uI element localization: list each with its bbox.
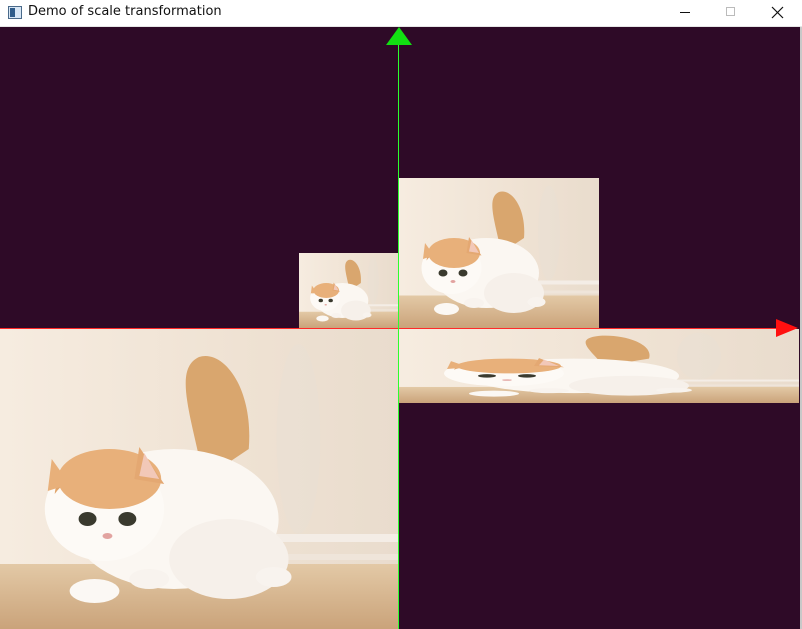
window-title: Demo of scale transformation: [28, 4, 222, 19]
kitten-image-half-scale: [299, 253, 398, 328]
y-axis-line: [398, 41, 399, 629]
close-icon: [771, 6, 784, 19]
window-titlebar: Demo of scale transformation: [0, 0, 802, 27]
arrow-up-icon: [386, 27, 412, 45]
arrow-right-icon: [776, 319, 798, 337]
minimize-button[interactable]: [662, 0, 708, 26]
kitten-image-original: [399, 178, 599, 328]
drawing-canvas: [0, 27, 800, 629]
x-axis-line: [0, 328, 782, 329]
app-window-icon: [8, 6, 22, 19]
close-button[interactable]: [754, 0, 800, 26]
kitten-image-double-scale: [0, 329, 398, 629]
kitten-image-squashed: [399, 329, 799, 403]
maximize-button[interactable]: [708, 0, 754, 26]
